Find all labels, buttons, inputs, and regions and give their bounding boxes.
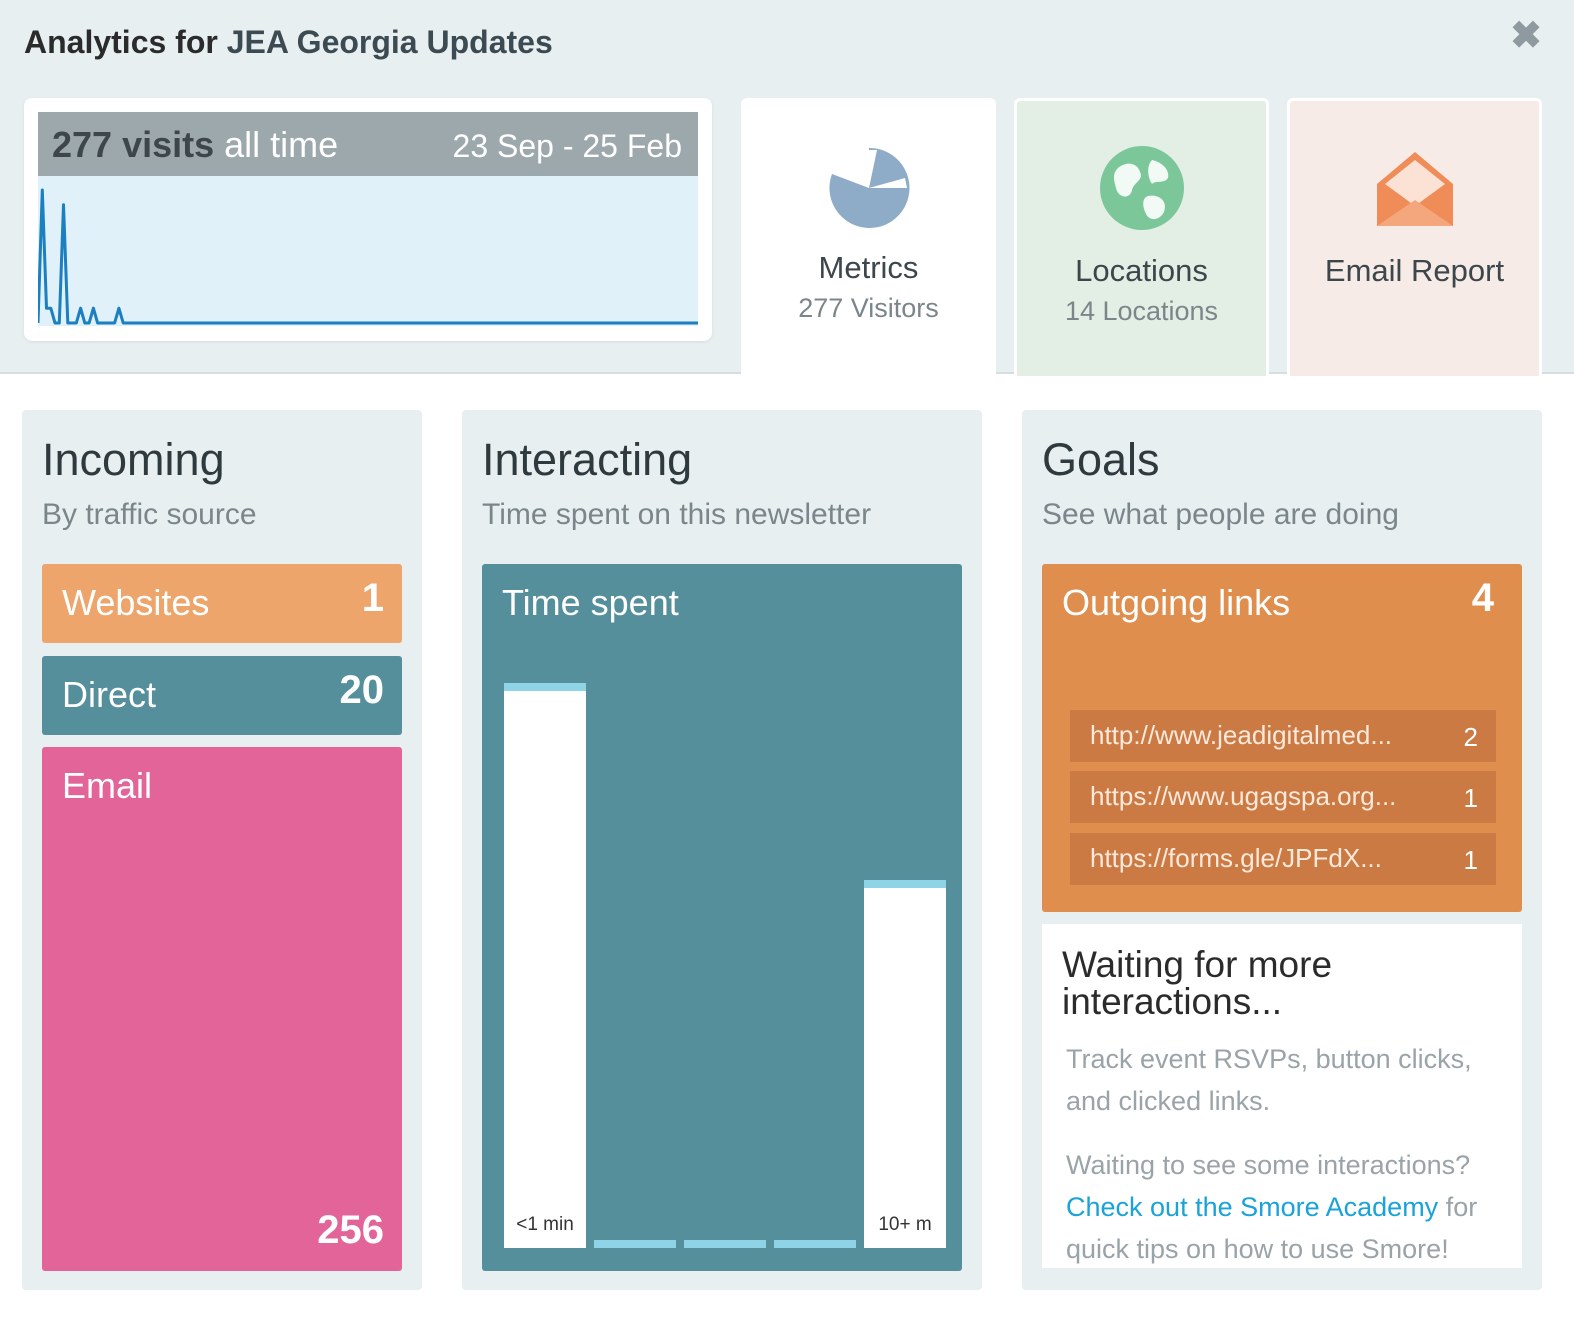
tab-locations-label: Locations: [1075, 253, 1208, 288]
time-spent-bar-label: 10+ m: [878, 1213, 932, 1235]
incoming-subtitle: By traffic source: [42, 498, 257, 531]
source-direct-label: Direct: [62, 674, 157, 715]
outgoing-link-row[interactable]: https://www.ugagspa.org... 1: [1070, 771, 1496, 823]
outgoing-links-title: Outgoing links: [1062, 582, 1291, 623]
outgoing-links-box: Outgoing links 4 http://www.jeadigitalme…: [1042, 564, 1522, 912]
visits-count: 277 visits all time: [52, 124, 338, 166]
source-email-label: Email: [62, 765, 153, 806]
source-email[interactable]: Email 256: [42, 747, 402, 1271]
outgoing-link-url: http://www.jeadigitalmed...: [1090, 720, 1393, 750]
interacting-title: Interacting: [482, 434, 693, 485]
time-spent-bar: <1 min: [504, 683, 586, 1248]
visits-line: [38, 188, 698, 325]
interacting-panel: Interacting Time spent on this newslette…: [462, 410, 982, 1290]
goals-title: Goals: [1042, 434, 1160, 485]
time-spent-bar: 10+ m: [864, 880, 946, 1248]
source-direct[interactable]: Direct 20: [42, 656, 402, 735]
time-spent-bar: [774, 1240, 856, 1248]
outgoing-link-row[interactable]: https://forms.gle/JPFdX... 1: [1070, 833, 1496, 885]
incoming-title: Incoming: [42, 434, 225, 485]
goals-panel: Goals See what people are doing Outgoing…: [1022, 410, 1542, 1290]
source-websites[interactable]: Websites 1: [42, 564, 402, 643]
outgoing-link-count: 2: [1463, 722, 1478, 752]
outgoing-link-count: 1: [1463, 845, 1478, 875]
time-spent-bar-label: <1 min: [516, 1213, 574, 1235]
visits-period: all time: [224, 124, 339, 165]
tab-email-report[interactable]: Email Report: [1287, 98, 1542, 376]
waiting-card: Waiting for more interactions... Track e…: [1042, 924, 1522, 1268]
source-websites-count: 1: [361, 576, 384, 620]
newsletter-name: JEA Georgia Updates: [226, 24, 553, 60]
visits-count-value: 277 visits: [52, 124, 215, 165]
title-prefix: Analytics for: [24, 24, 218, 60]
globe-icon: [1100, 146, 1184, 230]
time-spent-bar: [594, 1240, 676, 1248]
source-email-count: 256: [317, 1208, 384, 1252]
outgoing-links-count: 4: [1471, 576, 1494, 620]
tab-locations-sub: 14 Locations: [1064, 296, 1219, 326]
tab-metrics[interactable]: Metrics 277 Visitors: [741, 98, 996, 376]
close-icon[interactable]: ✖: [1508, 17, 1544, 55]
tab-metrics-label: Metrics: [818, 250, 919, 285]
interacting-subtitle: Time spent on this newsletter: [482, 498, 872, 531]
pie-chart-icon: [829, 147, 910, 228]
page-title: Analytics for JEA Georgia Updates: [24, 24, 553, 61]
outgoing-link-url: https://forms.gle/JPFdX...: [1090, 843, 1382, 873]
waiting-question: Waiting to see some interactions?: [1066, 1150, 1471, 1180]
waiting-text-2: Waiting to see some interactions? Check …: [1066, 1144, 1506, 1268]
time-spent-bar: [684, 1240, 766, 1248]
tab-metrics-sub: 277 Visitors: [798, 293, 939, 323]
outgoing-link-row[interactable]: http://www.jeadigitalmed... 2: [1070, 710, 1496, 762]
incoming-panel: Incoming By traffic source Websites 1 Di…: [22, 410, 422, 1290]
visits-summary-bar: 277 visits all time 23 Sep - 25 Feb: [38, 112, 698, 176]
waiting-text: Track event RSVPs, button clicks, and cl…: [1066, 1044, 1472, 1116]
source-direct-count: 20: [339, 668, 385, 712]
outgoing-link-url: https://www.ugagspa.org...: [1090, 781, 1397, 811]
tab-email-report-label: Email Report: [1324, 253, 1505, 288]
source-websites-label: Websites: [62, 582, 210, 623]
waiting-title: Waiting for more interactions...: [1062, 944, 1333, 1022]
goals-subtitle: See what people are doing: [1042, 498, 1399, 531]
visits-sparkline: [38, 176, 698, 326]
tab-locations[interactable]: Locations 14 Locations: [1014, 98, 1269, 376]
analytics-header: Analytics for JEA Georgia Updates ✖ 277 …: [0, 0, 1574, 376]
time-spent-box: Time spent <1 min 10+ m: [482, 564, 962, 1271]
smore-academy-link[interactable]: Check out the Smore Academy: [1066, 1192, 1438, 1222]
time-spent-title: Time spent: [502, 582, 679, 623]
envelope-icon: [1377, 152, 1453, 226]
visits-date-range: 23 Sep - 25 Feb: [452, 128, 682, 164]
visits-card: 277 visits all time 23 Sep - 25 Feb: [24, 98, 712, 341]
outgoing-link-count: 1: [1463, 783, 1478, 813]
